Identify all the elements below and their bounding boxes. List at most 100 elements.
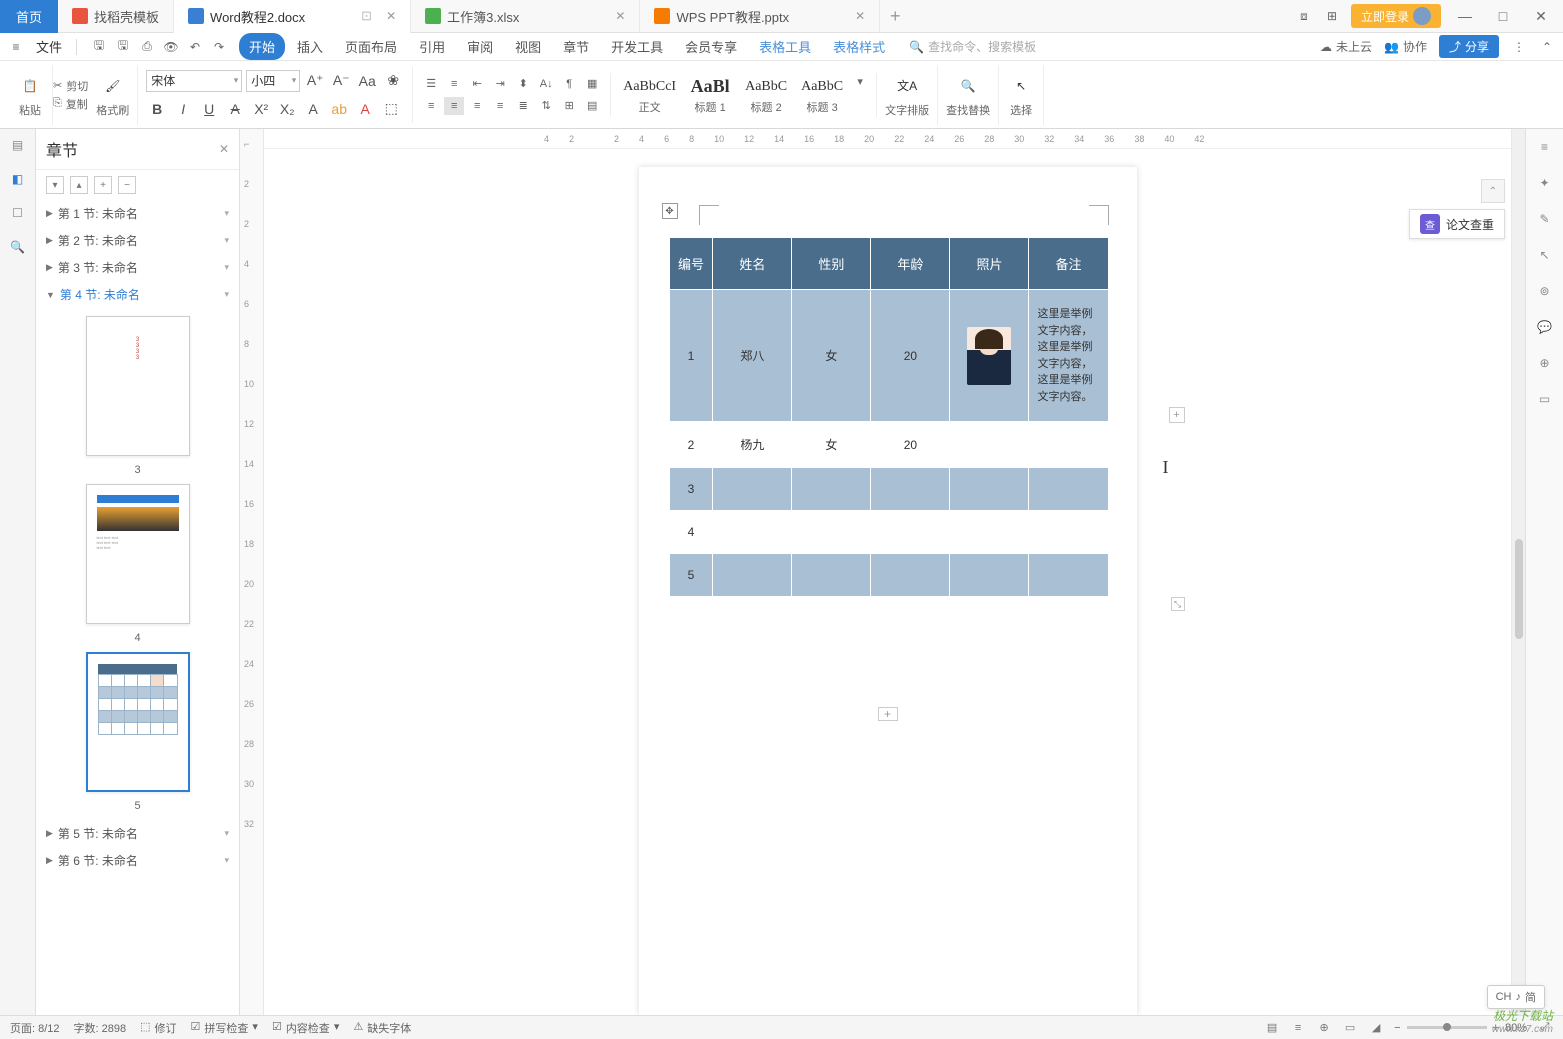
preview-icon[interactable]: 👁 (163, 39, 179, 55)
reading-icon[interactable]: ▭ (1535, 389, 1555, 409)
page-status[interactable]: 页面: 8/12 (10, 1020, 60, 1036)
font-name-select[interactable]: 宋体▾ (146, 70, 242, 92)
table-cell[interactable]: 郑八 (713, 290, 792, 422)
ribbon-tab-chapter[interactable]: 章节 (553, 33, 599, 60)
menu-icon[interactable]: ≡ (8, 39, 24, 55)
doc-tab-templates[interactable]: 找稻壳模板 (58, 0, 174, 33)
view-web-icon[interactable]: ⊕ (1316, 1020, 1332, 1036)
table-cell[interactable] (713, 511, 792, 554)
expand-all-button[interactable]: ▾ (46, 176, 64, 194)
table-cell[interactable]: 女 (792, 290, 871, 422)
content-check-toggle[interactable]: ☑内容检查▾ (272, 1020, 339, 1036)
style-heading2[interactable]: AaBbC标题 2 (738, 73, 794, 117)
table-add-column-button[interactable]: + (1169, 407, 1185, 423)
view-page-icon[interactable]: ▤ (1264, 1020, 1280, 1036)
revise-toggle[interactable]: ⬚修订 (140, 1020, 176, 1036)
ribbon-tab-insert[interactable]: 插入 (287, 33, 333, 60)
toggle-panel-icon[interactable]: ≡ (1535, 137, 1555, 157)
table-add-row-button[interactable]: + (878, 707, 898, 721)
styles-more-button[interactable]: ▾ (850, 73, 870, 91)
view-focus-icon[interactable]: ◢ (1368, 1020, 1384, 1036)
align-justify-button[interactable]: ≡ (490, 97, 510, 115)
page-thumbnail[interactable]: 3333 (86, 316, 190, 456)
table-cell[interactable] (950, 422, 1029, 468)
search-rail-icon[interactable]: 🔍 (8, 237, 28, 257)
table-cell[interactable] (1029, 468, 1108, 511)
close-icon[interactable]: ✕ (855, 9, 865, 23)
bold-button[interactable]: B (146, 98, 168, 120)
font-color-button[interactable]: A (354, 98, 376, 120)
document-scroll[interactable]: ✥ 编号 姓名 性别 年龄 照片 备注 1 郑八 (264, 149, 1511, 1015)
char-border-button[interactable]: ⬚ (380, 98, 402, 120)
table-cell[interactable]: 女 (792, 422, 871, 468)
table-header[interactable]: 照片 (950, 238, 1029, 290)
style-normal[interactable]: AaBbCcI正文 (617, 73, 682, 117)
chapter-icon[interactable]: ◧ (8, 169, 28, 189)
table-row[interactable]: 5 (669, 554, 1108, 597)
table-cell[interactable] (950, 468, 1029, 511)
minimize-button[interactable]: — (1451, 8, 1479, 24)
ribbon-tab-devtools[interactable]: 开发工具 (601, 33, 673, 60)
table-cell[interactable]: 5 (669, 554, 713, 597)
save-as-icon[interactable]: 🖫 (115, 39, 131, 55)
doc-tab-word[interactable]: Word教程2.docx ⊡ ✕ (174, 0, 411, 33)
section-item-active[interactable]: ▼第 4 节: 未命名▾ (36, 281, 239, 308)
ribbon-tab-tabletools[interactable]: 表格工具 (749, 33, 821, 60)
cut-button[interactable]: ✂剪切 (53, 78, 88, 94)
table-cell-note[interactable]: 这里是举例文字内容，这里是举例文字内容，这里是举例文字内容。 (1029, 290, 1108, 422)
redo-icon[interactable]: ↷ (211, 39, 227, 55)
zoom-out-button[interactable]: − (1394, 1022, 1400, 1034)
sort-button[interactable]: A↓ (536, 75, 556, 93)
section-item[interactable]: ▶第 2 节: 未命名▾ (36, 227, 239, 254)
line-spacing-button[interactable]: ⬍ (513, 75, 533, 93)
pointer-icon[interactable]: ↖ (1535, 245, 1555, 265)
align-left-button[interactable]: ≡ (421, 97, 441, 115)
tab-menu-icon[interactable]: ⊡ (361, 8, 372, 24)
table-row[interactable]: 1 郑八 女 20 这里是举例文字内容，这里是举例文字内容，这里是举例文字内容。 (669, 290, 1108, 422)
paste-button[interactable]: 📋 (16, 72, 44, 100)
save-icon[interactable]: 🖫 (91, 39, 107, 55)
comment-icon[interactable]: 💬 (1535, 317, 1555, 337)
font-size-select[interactable]: 小四▾ (246, 70, 300, 92)
page-thumbnail[interactable]: text text texttext text texttext text (86, 484, 190, 624)
undo-icon[interactable]: ↶ (187, 39, 203, 55)
table-cell[interactable] (871, 468, 950, 511)
table-move-handle[interactable]: ✥ (662, 203, 678, 219)
table-cell[interactable]: 3 (669, 468, 713, 511)
table-cell[interactable] (713, 554, 792, 597)
table-cell[interactable] (792, 511, 871, 554)
style-heading1[interactable]: AaBl标题 1 (682, 73, 738, 117)
calendar-icon[interactable]: ⧈ (1295, 7, 1313, 25)
table-cell[interactable]: 杨九 (713, 422, 792, 468)
scrollbar-thumb[interactable] (1515, 539, 1523, 639)
collapse-all-button[interactable]: ▴ (70, 176, 88, 194)
panel-close-icon[interactable]: ✕ (219, 142, 229, 156)
table-header[interactable]: 备注 (1029, 238, 1108, 290)
font-effects-button[interactable]: A (302, 98, 324, 120)
plagiarism-check-panel[interactable]: 查 论文查重 (1409, 209, 1505, 239)
table-cell[interactable] (1029, 511, 1108, 554)
ime-indicator[interactable]: CH ♪ 简 (1487, 985, 1545, 1009)
spell-check-toggle[interactable]: ☑拼写检查▾ (191, 1020, 258, 1036)
close-icon[interactable]: ✕ (615, 9, 625, 23)
home-tab[interactable]: 首页 (0, 0, 58, 33)
ribbon-tab-view[interactable]: 视图 (505, 33, 551, 60)
doc-tab-ppt[interactable]: WPS PPT教程.pptx ✕ (640, 0, 880, 33)
align-right-button[interactable]: ≡ (467, 97, 487, 115)
table-header[interactable]: 年龄 (871, 238, 950, 290)
ai-assist-icon[interactable]: ✦ (1535, 173, 1555, 193)
table-cell[interactable]: 20 (871, 422, 950, 468)
maximize-button[interactable]: □ (1489, 8, 1517, 24)
subscript-button[interactable]: X₂ (276, 98, 298, 120)
table-cell[interactable]: 1 (669, 290, 713, 422)
table-resize-handle[interactable]: ⤡ (1171, 597, 1185, 611)
table-cell[interactable]: 20 (871, 290, 950, 422)
tool-icon[interactable]: ⊕ (1535, 353, 1555, 373)
ribbon-tab-reference[interactable]: 引用 (409, 33, 455, 60)
border-button[interactable]: ⊞ (559, 97, 579, 115)
remove-section-button[interactable]: − (118, 176, 136, 194)
more-icon[interactable]: ⋮ (1511, 39, 1527, 55)
format-brush-button[interactable]: 🖌 (99, 72, 127, 100)
new-tab-button[interactable]: + (880, 6, 910, 27)
table-row[interactable]: 3 (669, 468, 1108, 511)
